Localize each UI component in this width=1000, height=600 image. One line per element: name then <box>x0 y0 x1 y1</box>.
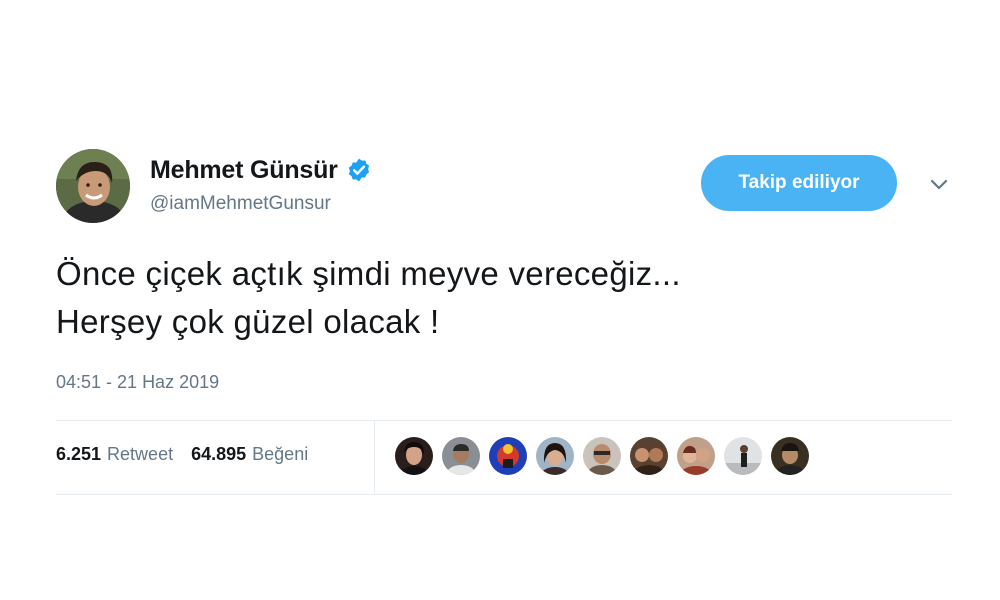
display-name-row: Mehmet Günsür <box>150 155 372 185</box>
divider <box>56 420 952 421</box>
liker-avatars <box>395 437 818 475</box>
like-count: 64.895 <box>191 444 247 464</box>
following-button[interactable]: Takip ediliyor <box>701 155 897 211</box>
tweet-text-line: Herşey çok güzel olacak ! <box>56 303 440 340</box>
liker-avatar[interactable] <box>489 437 527 475</box>
tweet-header: Mehmet Günsür @iamMehmetGunsur Takip edi… <box>56 147 966 227</box>
like-stat[interactable]: 64.895 Beğeni <box>191 444 308 465</box>
verified-badge-icon <box>346 157 372 183</box>
retweet-label: Retweet <box>107 444 174 464</box>
liker-avatar[interactable] <box>677 437 715 475</box>
like-label: Beğeni <box>252 444 309 464</box>
chevron-down-icon[interactable] <box>926 171 952 197</box>
tweet-text: Önce çiçek açtık şimdi meyve vereceğiz..… <box>56 250 936 346</box>
retweet-stat[interactable]: 6.251 Retweet <box>56 444 173 465</box>
tweet-card: Mehmet Günsür @iamMehmetGunsur Takip edi… <box>0 0 1000 600</box>
liker-avatar[interactable] <box>771 437 809 475</box>
liker-avatar[interactable] <box>442 437 480 475</box>
liker-avatar[interactable] <box>630 437 668 475</box>
author-handle[interactable]: @iamMehmetGunsur <box>150 193 372 215</box>
tweet-timestamp[interactable]: 04:51 - 21 Haz 2019 <box>56 372 219 393</box>
stats-separator <box>374 421 375 494</box>
author-names: Mehmet Günsür @iamMehmetGunsur <box>150 155 372 215</box>
liker-avatar[interactable] <box>583 437 621 475</box>
liker-avatar[interactable] <box>395 437 433 475</box>
display-name[interactable]: Mehmet Günsür <box>150 156 338 185</box>
retweet-count: 6.251 <box>56 444 102 464</box>
tweet-stats: 6.251 Retweet 64.895 Beğeni <box>56 444 308 465</box>
liker-avatar[interactable] <box>536 437 574 475</box>
liker-avatar[interactable] <box>724 437 762 475</box>
author-avatar[interactable] <box>56 149 130 223</box>
divider <box>56 494 952 495</box>
tweet-text-line: Önce çiçek açtık şimdi meyve vereceğiz..… <box>56 255 681 292</box>
